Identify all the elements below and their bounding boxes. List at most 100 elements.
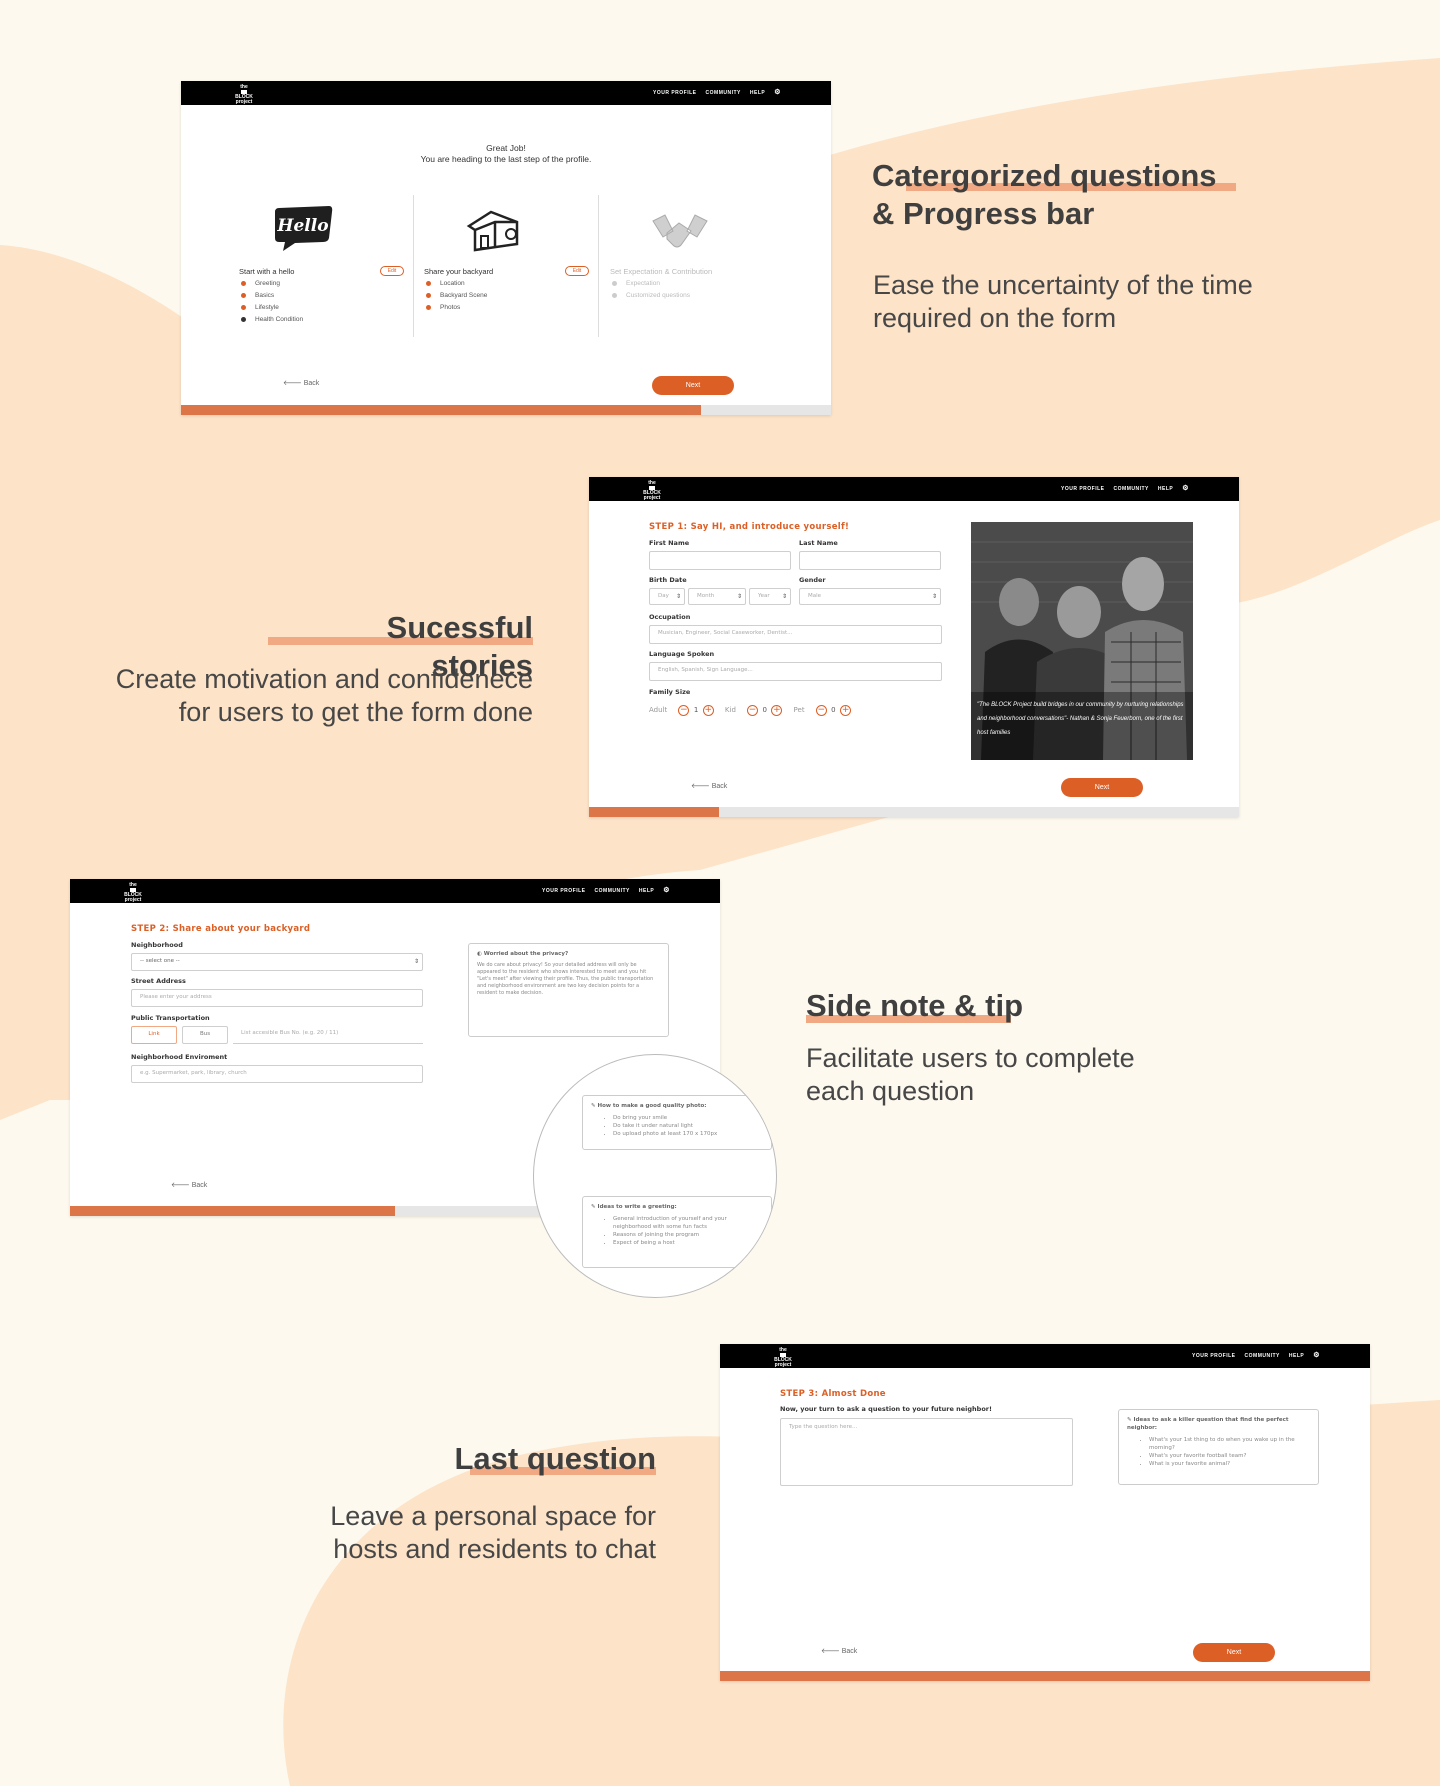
block-project-logo[interactable]: the BLOCK project bbox=[772, 1348, 794, 1368]
nav-bar: the BLOCK project YOUR PROFILE COMMUNITY… bbox=[589, 477, 1239, 501]
nav-your-profile[interactable]: YOUR PROFILE bbox=[1192, 1352, 1236, 1360]
minus-icon[interactable]: − bbox=[815, 704, 827, 716]
photo-tip-box: ✎ How to make a good quality photo: Do b… bbox=[582, 1095, 772, 1150]
category-title: Share your backyard bbox=[424, 267, 494, 276]
nav-community[interactable]: COMMUNITY bbox=[1114, 485, 1149, 493]
question-label: Now, your turn to ask a question to your… bbox=[780, 1405, 992, 1413]
progress-bar bbox=[589, 807, 1239, 817]
congrats-message: Great Job! You are heading to the last s… bbox=[420, 143, 592, 164]
edit-button[interactable]: Edit bbox=[380, 266, 404, 276]
edit-button[interactable]: Edit bbox=[565, 266, 589, 276]
last-name-field[interactable] bbox=[799, 551, 941, 570]
environment-field[interactable]: e.g. Supermarket, park, library, church bbox=[131, 1065, 423, 1083]
select-arrow-icon: ⇕ bbox=[781, 593, 787, 600]
gear-icon[interactable]: ⚙ bbox=[774, 89, 781, 97]
plus-icon[interactable]: + bbox=[702, 704, 714, 716]
select-arrow-icon: ⇕ bbox=[675, 593, 681, 600]
plus-icon[interactable]: + bbox=[771, 704, 783, 716]
back-link[interactable]: 🡐 Back bbox=[691, 781, 727, 790]
minus-icon[interactable]: − bbox=[747, 704, 759, 716]
nav-help[interactable]: HELP bbox=[639, 887, 654, 895]
nav-your-profile[interactable]: YOUR PROFILE bbox=[542, 887, 586, 895]
environment-label: Neighborhood Enviroment bbox=[131, 1053, 228, 1061]
feature-description: Leave a personal space for hosts and res… bbox=[330, 1501, 656, 1564]
birth-date-label: Birth Date bbox=[649, 576, 687, 584]
gear-icon[interactable]: ⚙ bbox=[1182, 485, 1189, 493]
language-label: Language Spoken bbox=[649, 650, 715, 658]
nav-community[interactable]: COMMUNITY bbox=[1245, 1352, 1280, 1360]
success-story-quote: "The BLOCK Project build bridges in our … bbox=[977, 702, 1184, 736]
public-transport-label: Public Transportation bbox=[131, 1014, 210, 1022]
category-title: Start with a hello bbox=[239, 267, 295, 276]
first-name-field[interactable] bbox=[649, 551, 791, 570]
question-textarea[interactable]: Type the question here... bbox=[780, 1418, 1073, 1486]
month-select[interactable]: Month ⇕ bbox=[688, 588, 746, 605]
nav-help[interactable]: HELP bbox=[1289, 1352, 1304, 1360]
nav-bar: the BLOCK project YOUR PROFILE COMMUNITY… bbox=[720, 1344, 1370, 1368]
gender-select[interactable]: Male ⇕ bbox=[799, 588, 941, 605]
select-arrow-icon: ⇕ bbox=[736, 593, 742, 600]
category-title: Set Expectation & Contribution bbox=[610, 267, 713, 276]
category-item: Backyard Scene bbox=[426, 292, 487, 299]
nav-your-profile[interactable]: YOUR PROFILE bbox=[1061, 485, 1105, 493]
neighborhood-select[interactable]: -- select one -- ⇕ bbox=[131, 953, 423, 971]
hello-speech-bubble-icon: Hello bbox=[275, 206, 333, 251]
nav-community[interactable]: COMMUNITY bbox=[706, 89, 741, 97]
progress-bar bbox=[181, 405, 831, 415]
question-tip-box: ✎ Ideas to ask a killer question that fi… bbox=[1118, 1409, 1319, 1485]
next-button[interactable]: Next bbox=[652, 376, 734, 395]
language-field[interactable]: English, Spanish, Sign Language... bbox=[649, 662, 942, 681]
nav-community[interactable]: COMMUNITY bbox=[595, 887, 630, 895]
block-project-logo[interactable]: the BLOCK project bbox=[641, 481, 663, 501]
house-icon bbox=[466, 210, 519, 252]
family-size-label: Family Size bbox=[649, 688, 691, 696]
gear-icon[interactable]: ⚙ bbox=[663, 887, 670, 895]
nav-help[interactable]: HELP bbox=[750, 89, 765, 97]
divider bbox=[598, 195, 599, 337]
street-address-field[interactable]: Please enter your address bbox=[131, 989, 423, 1007]
shield-icon: ◐ bbox=[477, 951, 484, 957]
day-select[interactable]: Day ⇕ bbox=[649, 588, 685, 605]
link-rail-toggle[interactable]: Link bbox=[131, 1026, 177, 1044]
minus-icon[interactable]: − bbox=[678, 704, 690, 716]
feature-description: Facilitate users to complete each questi… bbox=[806, 1043, 1135, 1106]
bus-number-field[interactable]: List accesible Bus No. (e.g. 20 / 11) bbox=[233, 1026, 423, 1044]
back-link[interactable]: 🡐 Back bbox=[171, 1180, 207, 1189]
feature-description: Create motivation and confidenece for us… bbox=[115, 664, 533, 727]
arrow-left-icon: 🡐 bbox=[283, 380, 304, 387]
back-link[interactable]: 🡐 Back bbox=[821, 1646, 857, 1655]
occupation-field[interactable]: Musician, Engineer, Social Caseworker, D… bbox=[649, 625, 942, 644]
progress-bar bbox=[720, 1671, 1370, 1681]
select-arrow-icon: ⇕ bbox=[413, 958, 419, 965]
plus-icon[interactable]: + bbox=[840, 704, 852, 716]
family-size-row: Adult − 1 + Kid − 0 + Pet − 0 + bbox=[649, 704, 852, 716]
bus-toggle[interactable]: Bus bbox=[182, 1026, 228, 1044]
gear-icon[interactable]: ⚙ bbox=[1313, 1352, 1320, 1360]
next-button[interactable]: Next bbox=[1061, 778, 1143, 797]
feature-heading: Side note & tip bbox=[806, 988, 1023, 1023]
block-project-logo[interactable]: the BLOCK project bbox=[122, 883, 144, 903]
category-item: Customized questions bbox=[612, 292, 690, 299]
next-button[interactable]: Next bbox=[1193, 1643, 1275, 1662]
arrow-left-icon: 🡐 bbox=[171, 1182, 192, 1189]
nav-bar: the BLOCK project YOUR PROFILE COMMUNITY… bbox=[181, 81, 831, 105]
neighborhood-label: Neighborhood bbox=[131, 941, 183, 949]
select-arrow-icon: ⇕ bbox=[931, 593, 937, 600]
nav-help[interactable]: HELP bbox=[1158, 485, 1173, 493]
category-item: Greeting bbox=[241, 280, 280, 287]
feature-heading: Catergorized questions & Progress bar bbox=[872, 158, 1217, 231]
year-select[interactable]: Year ⇕ bbox=[749, 588, 791, 605]
nav-your-profile[interactable]: YOUR PROFILE bbox=[653, 89, 697, 97]
svg-text:Hello: Hello bbox=[276, 216, 328, 236]
progress-fill bbox=[589, 807, 719, 817]
back-link[interactable]: 🡐 Back bbox=[283, 378, 319, 387]
arrow-left-icon: 🡐 bbox=[691, 783, 712, 790]
progress-fill bbox=[720, 1671, 1370, 1681]
category-item: Basics bbox=[241, 292, 274, 299]
divider bbox=[413, 195, 414, 337]
handshake-icon bbox=[652, 214, 708, 248]
street-address-label: Street Address bbox=[131, 977, 186, 985]
last-name-label: Last Name bbox=[799, 539, 838, 547]
nav-bar: the BLOCK project YOUR PROFILE COMMUNITY… bbox=[70, 879, 720, 903]
block-project-logo[interactable]: the BLOCK project bbox=[233, 85, 255, 105]
